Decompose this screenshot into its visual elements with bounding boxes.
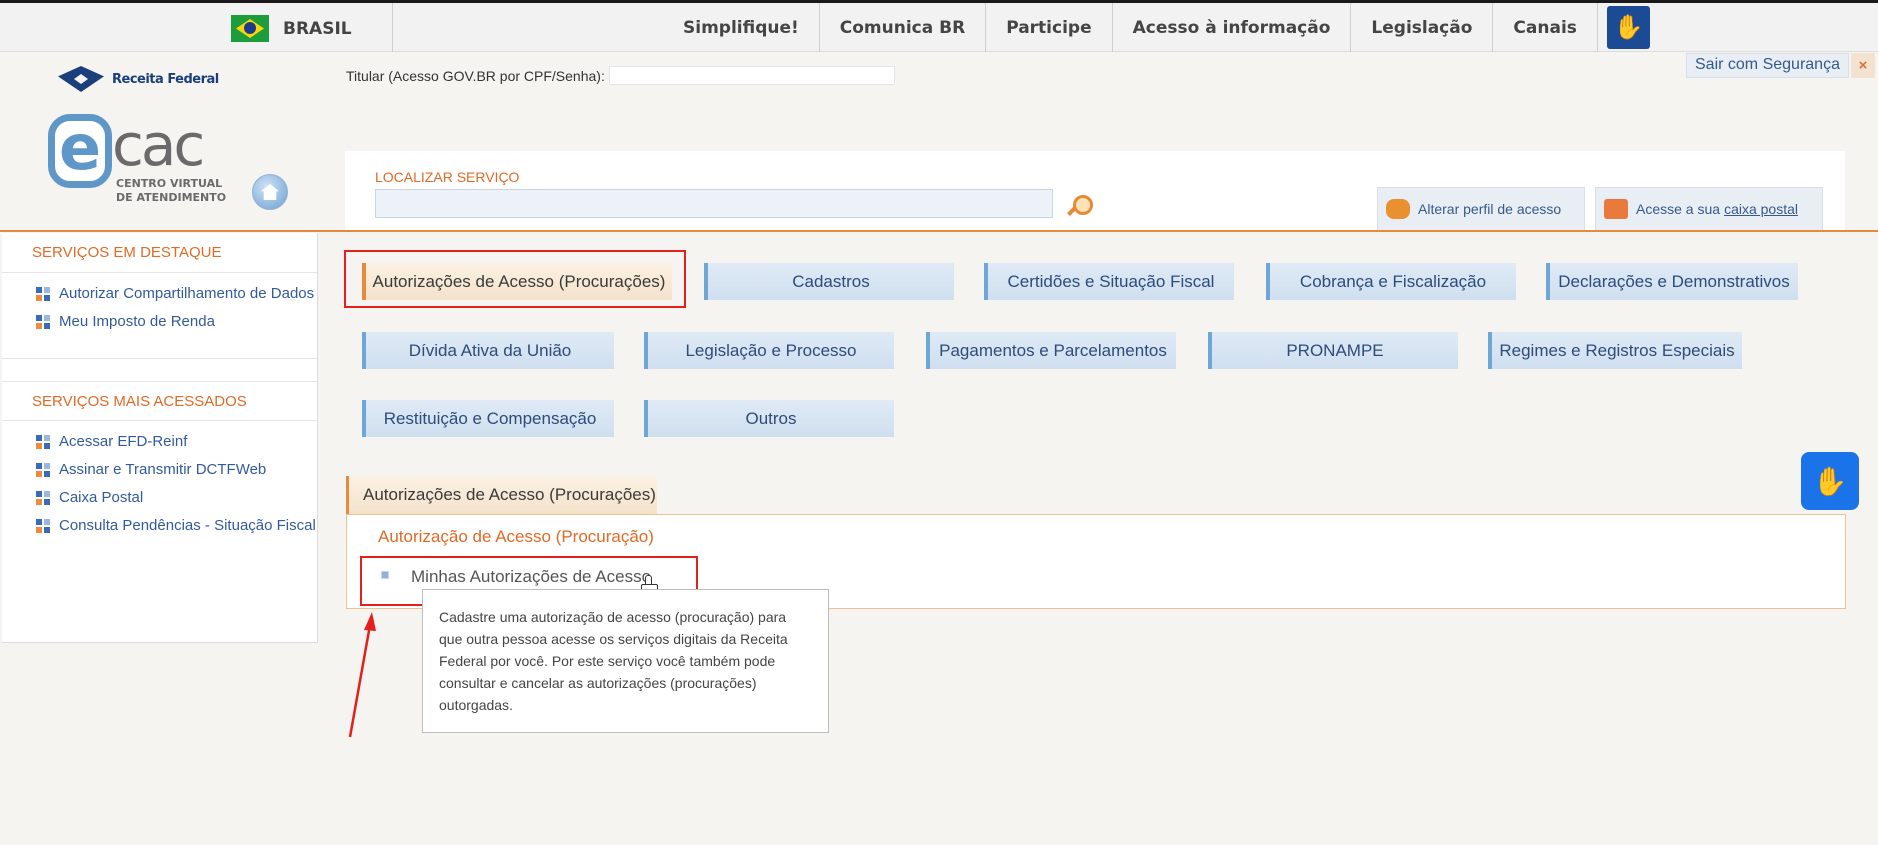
- brazil-flag-icon: [231, 15, 269, 42]
- divider: [392, 3, 393, 52]
- ecac-header: Receita Federal e cac CENTRO VIRTUAL DE …: [0, 52, 1878, 232]
- grid-bullet-icon: [36, 519, 50, 533]
- ecac-logo-e: e: [48, 114, 112, 188]
- sidebar-item-consulta-pendencias[interactable]: Consulta Pendências - Situação Fiscal: [2, 517, 317, 535]
- category-pronampe[interactable]: PRONAMPE: [1208, 332, 1458, 369]
- vlibras-hand-icon[interactable]: ✋: [1801, 452, 1859, 510]
- brasil-link[interactable]: BRASIL: [231, 15, 352, 42]
- sidebar-item-efd-reinf[interactable]: Acessar EFD-Reinf: [2, 433, 317, 451]
- servicos-destaque-title: SERVIÇOS EM DESTAQUE: [2, 233, 317, 273]
- receita-federal-logo-icon: [58, 62, 108, 96]
- search-label: LOCALIZAR SERVIÇO: [375, 169, 520, 185]
- sidebar-item-dctfweb[interactable]: Assinar e Transmitir DCTFWeb: [2, 461, 317, 479]
- sidebar-item-label[interactable]: Acessar EFD-Reinf: [59, 433, 187, 451]
- ecac-logo-cac: cac: [112, 111, 205, 179]
- grid-bullet-icon: [36, 491, 50, 505]
- nav-comunica-br[interactable]: Comunica BR: [820, 3, 987, 52]
- nav-canais[interactable]: Canais: [1493, 3, 1598, 52]
- nav-acesso-informacao[interactable]: Acesso à informação: [1113, 3, 1352, 52]
- close-icon[interactable]: ×: [1850, 52, 1875, 78]
- ecac-logo-subtitle: CENTRO VIRTUAL DE ATENDIMENTO: [116, 177, 227, 204]
- nav-legislacao[interactable]: Legislação: [1351, 3, 1494, 52]
- category-regimes-registros[interactable]: Regimes e Registros Especiais: [1488, 332, 1742, 369]
- search-input[interactable]: [375, 189, 1053, 218]
- category-outros[interactable]: Outros: [644, 400, 894, 437]
- caixa-postal-button[interactable]: Acesse a sua caixa postal: [1595, 187, 1823, 230]
- caixa-postal-prefix: Acesse a sua: [1636, 201, 1721, 217]
- servicos-acessados-list: Acessar EFD-Reinf Assinar e Transmitir D…: [2, 421, 317, 535]
- grid-bullet-icon: [36, 463, 50, 477]
- sidebar: SERVIÇOS EM DESTAQUE Autorizar Compartil…: [2, 233, 318, 643]
- search-icon[interactable]: [1067, 195, 1093, 217]
- receita-federal-logo-text: Receita Federal: [112, 71, 219, 87]
- receita-federal-logo: Receita Federal: [58, 62, 219, 96]
- grid-bullet-icon: [36, 315, 50, 329]
- govbr-bar: BRASIL Simplifique! Comunica BR Particip…: [0, 0, 1878, 52]
- category-pagamentos[interactable]: Pagamentos e Parcelamentos: [926, 332, 1176, 369]
- sidebar-item-label[interactable]: Autorizar Compartilhamento de Dados: [59, 285, 314, 303]
- sidebar-item-label[interactable]: Caixa Postal: [59, 489, 143, 507]
- category-cobranca[interactable]: Cobrança e Fiscalização: [1266, 263, 1516, 300]
- section-title: Autorização de Acesso (Procuração): [378, 527, 654, 546]
- alterar-perfil-button[interactable]: Alterar perfil de acesso: [1377, 187, 1585, 230]
- sidebar-item-meu-imposto-renda[interactable]: Meu Imposto de Renda: [2, 313, 317, 331]
- search-panel: LOCALIZAR SERVIÇO Alterar perfil de aces…: [345, 151, 1845, 230]
- ecac-logo: e cac CENTRO VIRTUAL DE ATENDIMENTO: [48, 112, 228, 212]
- sidebar-item-caixa-postal[interactable]: Caixa Postal: [2, 489, 317, 507]
- binoculars-icon: [1386, 199, 1410, 219]
- sair-com-seguranca[interactable]: Sair com Segurança ×: [1686, 52, 1875, 78]
- grid-bullet-icon: [36, 435, 50, 449]
- sidebar-item-label[interactable]: Consulta Pendências - Situação Fiscal: [59, 517, 316, 535]
- category-declaracoes[interactable]: Declarações e Demonstrativos: [1546, 263, 1798, 300]
- envelope-icon: [1604, 199, 1628, 219]
- sidebar-item-label[interactable]: Meu Imposto de Renda: [59, 313, 215, 331]
- vlibras-hand-icon[interactable]: ✋: [1607, 6, 1650, 49]
- nav-simplifique[interactable]: Simplifique!: [663, 3, 820, 52]
- govbar-nav: Simplifique! Comunica BR Participe Acess…: [663, 3, 1598, 52]
- tab-autorizacoes[interactable]: Autorizações de Acesso (Procurações): [346, 476, 657, 514]
- category-certidoes[interactable]: Certidões e Situação Fiscal: [984, 263, 1234, 300]
- sidebar-item-label[interactable]: Assinar e Transmitir DCTFWeb: [59, 461, 266, 479]
- servicos-destaque-list: Autorizar Compartilhamento de Dados Meu …: [2, 273, 317, 331]
- titular-info: Titular (Acesso GOV.BR por CPF/Senha):: [346, 66, 895, 85]
- home-icon[interactable]: [252, 174, 288, 210]
- grid-bullet-icon: [36, 287, 50, 301]
- service-tooltip: Cadastre uma autorização de acesso (proc…: [422, 589, 829, 733]
- divider: [2, 341, 317, 359]
- titular-label: Titular (Acesso GOV.BR por CPF/Senha):: [346, 67, 605, 84]
- category-legislacao-processo[interactable]: Legislação e Processo: [644, 332, 894, 369]
- highlight-box: [344, 250, 686, 308]
- nav-participe[interactable]: Participe: [986, 3, 1113, 52]
- alterar-perfil-label: Alterar perfil de acesso: [1418, 201, 1562, 217]
- caixa-postal-link[interactable]: caixa postal: [1724, 201, 1798, 217]
- category-divida-ativa[interactable]: Dívida Ativa da União: [362, 332, 614, 369]
- category-cadastros[interactable]: Cadastros: [704, 263, 954, 300]
- brasil-label: BRASIL: [283, 18, 352, 39]
- sidebar-item-autorizar-compartilhamento[interactable]: Autorizar Compartilhamento de Dados: [2, 285, 317, 303]
- titular-value: [608, 66, 895, 85]
- servicos-acessados-title: SERVIÇOS MAIS ACESSADOS: [2, 381, 317, 421]
- category-restituicao[interactable]: Restituição e Compensação: [362, 400, 614, 437]
- sair-button[interactable]: Sair com Segurança: [1686, 52, 1849, 78]
